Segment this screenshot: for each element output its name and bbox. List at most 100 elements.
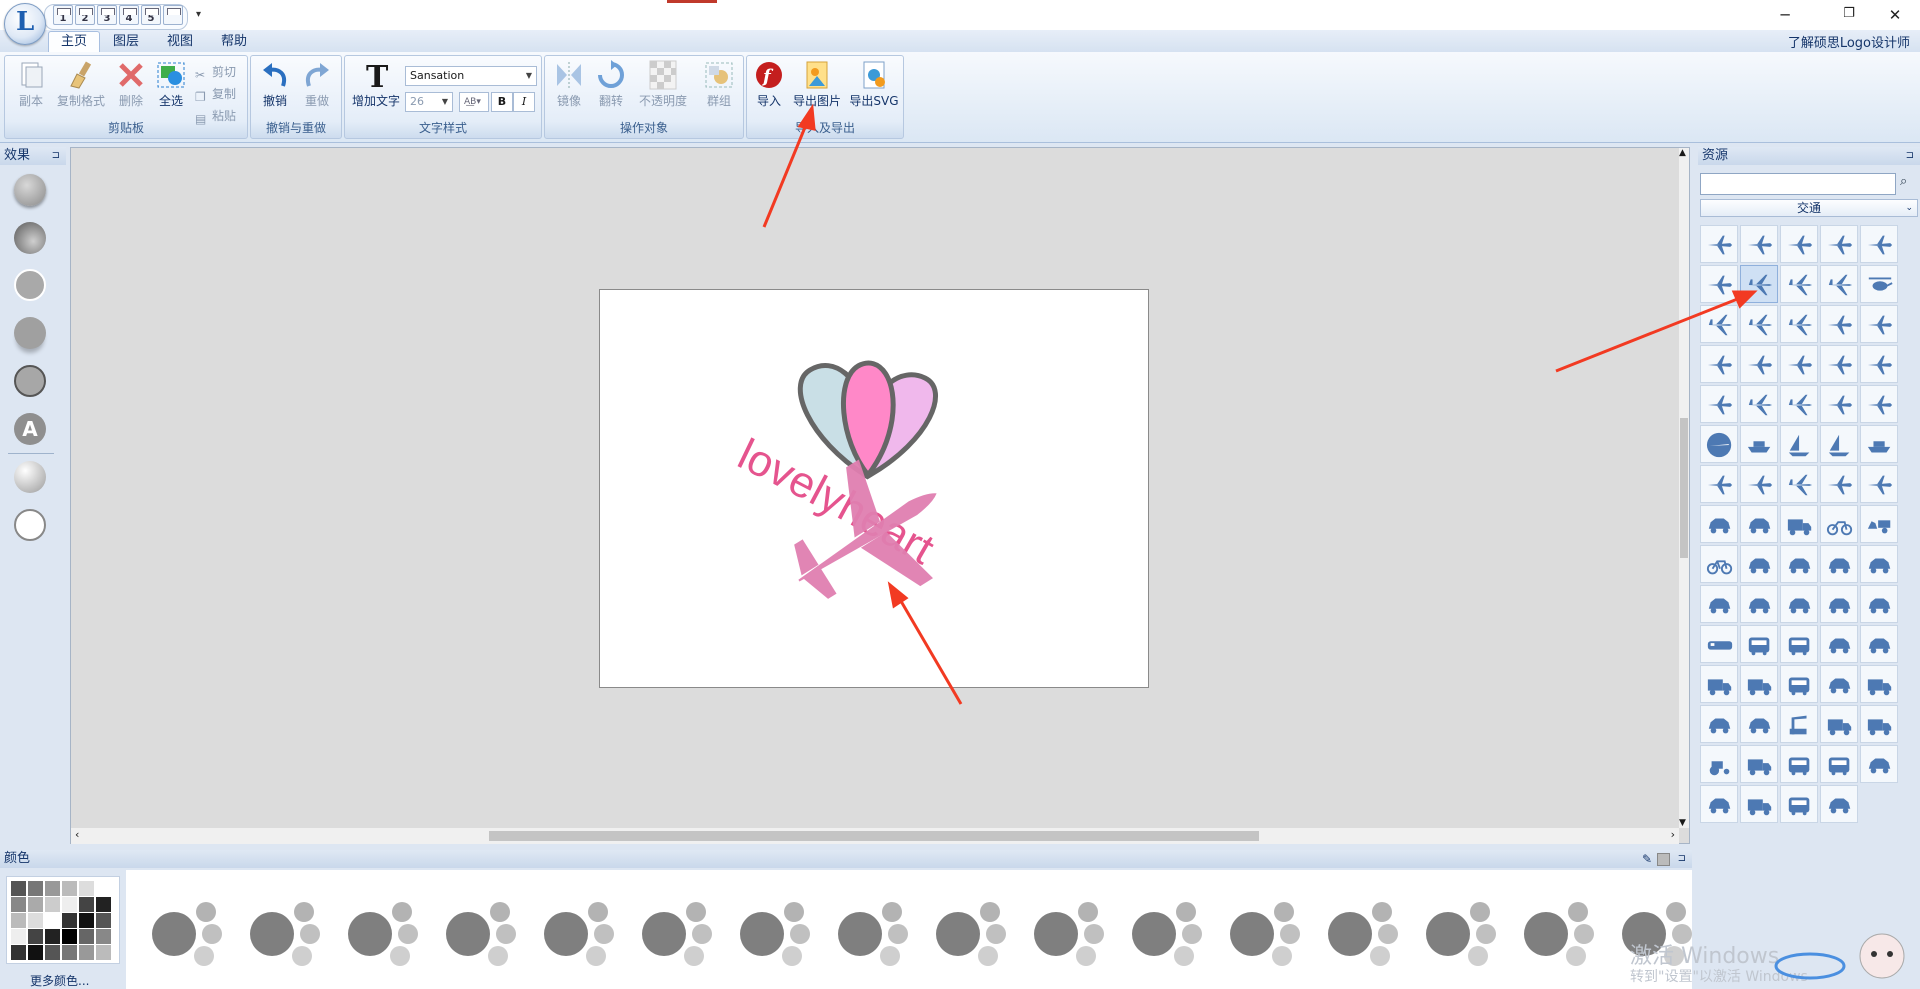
palette-item[interactable] bbox=[540, 898, 616, 968]
resource-jet-icon[interactable] bbox=[1700, 305, 1738, 343]
resource-plane-icon[interactable] bbox=[1860, 465, 1898, 503]
resource-ship-icon[interactable] bbox=[1740, 425, 1778, 463]
resource-plane-circle-icon[interactable] bbox=[1700, 425, 1738, 463]
resource-truck-icon[interactable] bbox=[1860, 705, 1898, 743]
palette-item[interactable] bbox=[246, 898, 322, 968]
resource-plane-icon[interactable] bbox=[1740, 225, 1778, 263]
font-size-select[interactable]: 26 ▼ bbox=[405, 92, 453, 112]
opacity-button[interactable]: 不透明度 bbox=[631, 60, 695, 109]
import-button[interactable]: f 导入 bbox=[751, 60, 787, 109]
resource-bus-icon[interactable] bbox=[1740, 625, 1778, 663]
category-select[interactable]: 交通 ⌄ bbox=[1700, 199, 1918, 217]
resource-helicopter-icon[interactable] bbox=[1860, 265, 1898, 303]
palette-item[interactable] bbox=[834, 898, 910, 968]
add-text-button[interactable]: T 增加文字 bbox=[349, 60, 403, 109]
palette-item[interactable] bbox=[1128, 898, 1204, 968]
color-swatch[interactable] bbox=[79, 929, 94, 944]
resource-truck-icon[interactable] bbox=[1780, 505, 1818, 543]
resource-jet-icon[interactable] bbox=[1780, 305, 1818, 343]
color-swatch-preview[interactable] bbox=[1657, 853, 1670, 866]
effect-text-icon[interactable]: A bbox=[14, 413, 46, 445]
logo-artwork[interactable]: lovelyheart bbox=[600, 290, 1148, 687]
color-swatch[interactable] bbox=[28, 913, 43, 928]
flip-button[interactable]: 翻转 bbox=[591, 60, 631, 109]
palette-item[interactable] bbox=[442, 898, 518, 968]
font-family-select[interactable]: Sansation ▼ bbox=[405, 66, 537, 86]
resource-plane-icon[interactable] bbox=[1740, 345, 1778, 383]
palette-item[interactable] bbox=[1030, 898, 1106, 968]
color-swatch[interactable] bbox=[28, 897, 43, 912]
resource-bicycle-icon[interactable] bbox=[1700, 545, 1738, 583]
qat-button-3[interactable]: 3 bbox=[97, 5, 117, 25]
copy-button[interactable]: ❐ 复制 bbox=[195, 84, 236, 104]
resource-bus-icon[interactable] bbox=[1780, 665, 1818, 703]
pin-icon[interactable]: ⊐ bbox=[52, 147, 60, 165]
resource-plane-icon[interactable] bbox=[1700, 385, 1738, 423]
resource-bus-icon[interactable] bbox=[1780, 745, 1818, 783]
qat-button-1[interactable]: 1 bbox=[53, 5, 73, 25]
resource-plane-icon[interactable] bbox=[1860, 385, 1898, 423]
resource-car-icon[interactable] bbox=[1820, 785, 1858, 823]
qat-button-2[interactable]: 2 bbox=[75, 5, 95, 25]
resource-plane-icon[interactable] bbox=[1820, 385, 1858, 423]
resource-plane-icon[interactable] bbox=[1820, 465, 1858, 503]
scroll-up-icon[interactable]: ▲ bbox=[1679, 148, 1686, 158]
resource-car-icon[interactable] bbox=[1860, 745, 1898, 783]
text-spacing-button[interactable]: A͟B▾ bbox=[459, 92, 489, 112]
effect-shadow[interactable] bbox=[14, 317, 46, 349]
scroll-down-icon[interactable]: ▼ bbox=[1679, 818, 1686, 828]
restore-button[interactable]: ❐ bbox=[1834, 6, 1864, 21]
effect-ring[interactable] bbox=[14, 509, 46, 541]
color-swatch[interactable] bbox=[45, 881, 60, 896]
resource-truck-icon[interactable] bbox=[1860, 665, 1898, 703]
color-swatch[interactable] bbox=[79, 945, 94, 960]
search-icon[interactable]: ⌕ bbox=[1900, 174, 1907, 189]
resource-bus-icon[interactable] bbox=[1820, 745, 1858, 783]
select-all-button[interactable]: 全选 bbox=[151, 60, 191, 109]
resource-jet-icon[interactable] bbox=[1780, 265, 1818, 303]
color-swatch[interactable] bbox=[79, 897, 94, 912]
qat-home-button[interactable] bbox=[163, 5, 183, 25]
palette-item[interactable] bbox=[344, 898, 420, 968]
color-swatch[interactable] bbox=[96, 897, 111, 912]
resource-car-icon[interactable] bbox=[1700, 705, 1738, 743]
resource-truck-icon[interactable] bbox=[1740, 665, 1778, 703]
bold-button[interactable]: B bbox=[491, 92, 513, 112]
eyedropper-icon[interactable]: ✎ bbox=[1642, 850, 1652, 868]
color-swatch[interactable] bbox=[62, 929, 77, 944]
resource-sailboat-icon[interactable] bbox=[1780, 425, 1818, 463]
color-swatch[interactable] bbox=[11, 945, 26, 960]
color-swatch[interactable] bbox=[28, 945, 43, 960]
horizontal-scroll-thumb[interactable] bbox=[489, 831, 1259, 841]
resource-car-icon[interactable] bbox=[1740, 505, 1778, 543]
close-button[interactable]: ✕ bbox=[1880, 6, 1910, 24]
effect-raised[interactable] bbox=[14, 174, 46, 206]
more-colors-link[interactable]: 更多颜色... bbox=[30, 972, 89, 989]
resource-truck-icon[interactable] bbox=[1700, 665, 1738, 703]
resource-crane-icon[interactable] bbox=[1780, 705, 1818, 743]
resource-jet-icon[interactable] bbox=[1780, 465, 1818, 503]
qat-button-5[interactable]: 5 bbox=[141, 5, 161, 25]
palette-item[interactable] bbox=[638, 898, 714, 968]
resource-plane-icon[interactable] bbox=[1700, 225, 1738, 263]
heart-shapes[interactable] bbox=[797, 360, 938, 480]
resource-car-icon[interactable] bbox=[1700, 585, 1738, 623]
palette-item[interactable] bbox=[736, 898, 812, 968]
resource-train-icon[interactable] bbox=[1700, 625, 1738, 663]
tab-help[interactable]: 帮助 bbox=[209, 32, 259, 52]
resource-car-icon[interactable] bbox=[1820, 665, 1858, 703]
document-page[interactable]: lovelyheart bbox=[599, 289, 1149, 688]
resource-horse-cart-icon[interactable] bbox=[1860, 505, 1898, 543]
resource-bus-icon[interactable] bbox=[1780, 785, 1818, 823]
palette-item[interactable] bbox=[1226, 898, 1302, 968]
resource-plane-icon[interactable] bbox=[1860, 305, 1898, 343]
resource-car-icon[interactable] bbox=[1860, 545, 1898, 583]
resource-jet-icon[interactable] bbox=[1780, 385, 1818, 423]
resource-sailboat-icon[interactable] bbox=[1820, 425, 1858, 463]
mirror-button[interactable]: 镜像 bbox=[549, 60, 589, 109]
color-swatch[interactable] bbox=[79, 913, 94, 928]
resource-motorcycle-icon[interactable] bbox=[1820, 505, 1858, 543]
color-swatch[interactable] bbox=[79, 881, 94, 896]
resource-car-icon[interactable] bbox=[1740, 705, 1778, 743]
color-swatch[interactable] bbox=[62, 881, 77, 896]
